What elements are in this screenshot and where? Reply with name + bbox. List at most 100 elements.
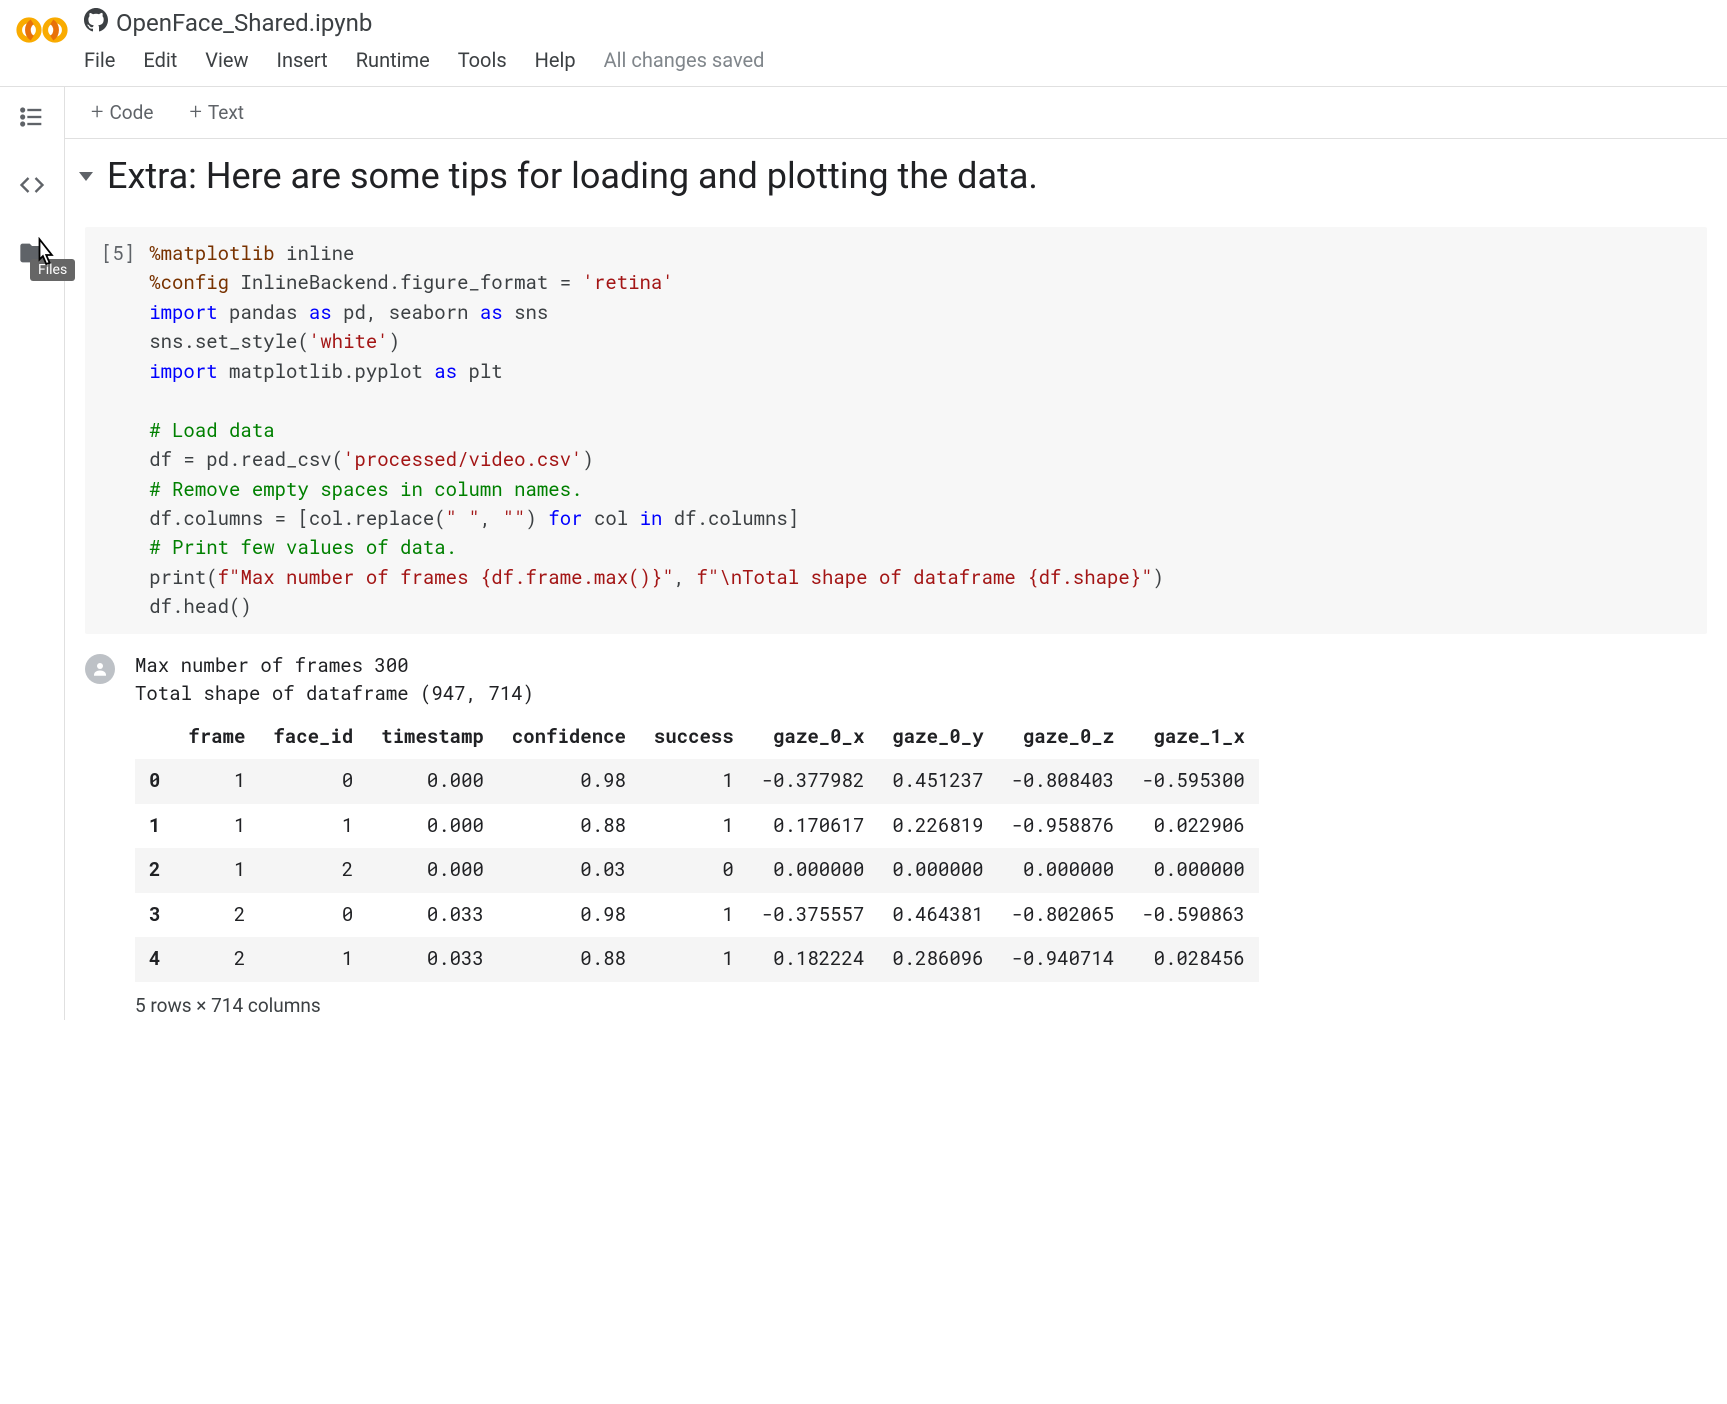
section-heading[interactable]: Extra: Here are some tips for loading an… [107, 155, 1038, 197]
table-cell: -0.377982 [748, 759, 879, 804]
table-col-header: timestamp [367, 715, 498, 760]
table-cell: 2 [174, 893, 259, 938]
table-row: 3200.0330.981-0.3755570.464381-0.802065-… [135, 893, 1259, 938]
table-row: 0100.0000.981-0.3779820.451237-0.808403-… [135, 759, 1259, 804]
table-cell: 0.88 [498, 937, 640, 982]
toc-icon[interactable] [18, 103, 46, 131]
table-cell: 0.022906 [1128, 804, 1259, 849]
table-col-header: gaze_1_x [1128, 715, 1259, 760]
table-cell: 0.000000 [878, 848, 997, 893]
output-avatar-icon [85, 654, 115, 684]
menu-runtime[interactable]: Runtime [342, 42, 444, 78]
table-cell: 1 [640, 937, 748, 982]
row-index: 0 [135, 759, 174, 804]
plus-icon: + [91, 102, 103, 124]
table-cell: -0.808403 [998, 759, 1129, 804]
table-cell: 0.226819 [878, 804, 997, 849]
menu-insert[interactable]: Insert [263, 42, 342, 78]
header: OpenFace_Shared.ipynb File Edit View Ins… [0, 0, 1727, 87]
table-cell: 1 [640, 893, 748, 938]
menu-view[interactable]: View [191, 42, 262, 78]
table-cell: -0.375557 [748, 893, 879, 938]
table-cell: 2 [259, 848, 367, 893]
add-text-button[interactable]: + Text [183, 97, 250, 128]
table-header-row: frameface_idtimestampconfidencesuccessga… [135, 715, 1259, 760]
add-code-label: Code [109, 101, 153, 124]
table-col-header: confidence [498, 715, 640, 760]
table-row: 4210.0330.8810.1822240.286096-0.9407140.… [135, 937, 1259, 982]
table-cell: 0.033 [367, 893, 498, 938]
table-cell: 1 [174, 759, 259, 804]
cell-output: Max number of frames 300 Total shape of … [65, 634, 1727, 1021]
colab-logo-icon[interactable] [16, 12, 68, 48]
table-cell: 0 [640, 848, 748, 893]
table-cell: -0.940714 [998, 937, 1129, 982]
table-cell: 0.000 [367, 848, 498, 893]
table-cell: 0.000000 [1128, 848, 1259, 893]
files-icon[interactable]: Files [18, 239, 46, 267]
table-cell: 0.03 [498, 848, 640, 893]
menu-edit[interactable]: Edit [129, 42, 191, 78]
table-row: 1110.0000.8810.1706170.226819-0.9588760.… [135, 804, 1259, 849]
table-col-header: gaze_0_y [878, 715, 997, 760]
row-index: 3 [135, 893, 174, 938]
table-col-header: success [640, 715, 748, 760]
table-cell: 0 [259, 893, 367, 938]
table-cell: -0.590863 [1128, 893, 1259, 938]
table-cell: 1 [640, 804, 748, 849]
table-cell: 1 [174, 804, 259, 849]
row-index: 4 [135, 937, 174, 982]
table-cell: 0.000 [367, 759, 498, 804]
row-index: 1 [135, 804, 174, 849]
table-cell: 0.000000 [748, 848, 879, 893]
table-cell: 1 [174, 848, 259, 893]
table-cell: 0.170617 [748, 804, 879, 849]
table-cell: -0.802065 [998, 893, 1129, 938]
dataframe-caption: 5 rows × 714 columns [135, 992, 1707, 1021]
stdout-text: Max number of frames 300 Total shape of … [135, 652, 1707, 709]
add-text-label: Text [208, 101, 244, 124]
table-cell: 0.98 [498, 893, 640, 938]
section-collapse-toggle[interactable] [79, 172, 93, 181]
table-cell: 0.028456 [1128, 937, 1259, 982]
github-icon [84, 8, 108, 38]
table-cell: 0.88 [498, 804, 640, 849]
table-row: 2120.0000.0300.0000000.0000000.0000000.0… [135, 848, 1259, 893]
table-cell: 1 [640, 759, 748, 804]
table-cell: -0.958876 [998, 804, 1129, 849]
table-cell: 0.000 [367, 804, 498, 849]
table-cell: 0.000000 [998, 848, 1129, 893]
code-content[interactable]: %matplotlib inline %config InlineBackend… [149, 239, 1164, 622]
table-cell: 0.033 [367, 937, 498, 982]
notebook-title[interactable]: OpenFace_Shared.ipynb [116, 9, 372, 37]
table-col-header: gaze_0_z [998, 715, 1129, 760]
code-cell[interactable]: [5] %matplotlib inline %config InlineBac… [85, 227, 1707, 634]
code-snippets-icon[interactable] [18, 171, 46, 199]
table-cell: 1 [259, 804, 367, 849]
table-cell: 0.464381 [878, 893, 997, 938]
cursor-pointer-icon [26, 237, 62, 273]
execution-count: [5] [101, 239, 149, 622]
table-cell: 0.182224 [748, 937, 879, 982]
row-index: 2 [135, 848, 174, 893]
menu-help[interactable]: Help [521, 42, 590, 78]
menu-file[interactable]: File [84, 42, 129, 78]
table-cell: 1 [259, 937, 367, 982]
table-cell: 0.286096 [878, 937, 997, 982]
table-col-header: gaze_0_x [748, 715, 879, 760]
menubar: File Edit View Insert Runtime Tools Help… [84, 42, 1711, 86]
menu-tools[interactable]: Tools [444, 42, 521, 78]
table-cell: 0.451237 [878, 759, 997, 804]
table-col-header: face_id [259, 715, 367, 760]
save-status: All changes saved [590, 42, 779, 78]
add-code-button[interactable]: + Code [85, 97, 159, 128]
table-col-header: frame [174, 715, 259, 760]
insert-toolbar: + Code + Text [65, 87, 1727, 139]
table-cell: 2 [174, 937, 259, 982]
plus-icon: + [189, 102, 201, 124]
left-rail: Files [0, 87, 64, 1020]
table-cell: -0.595300 [1128, 759, 1259, 804]
table-cell: 0.98 [498, 759, 640, 804]
table-cell: 0 [259, 759, 367, 804]
dataframe-table: frameface_idtimestampconfidencesuccessga… [135, 715, 1259, 982]
